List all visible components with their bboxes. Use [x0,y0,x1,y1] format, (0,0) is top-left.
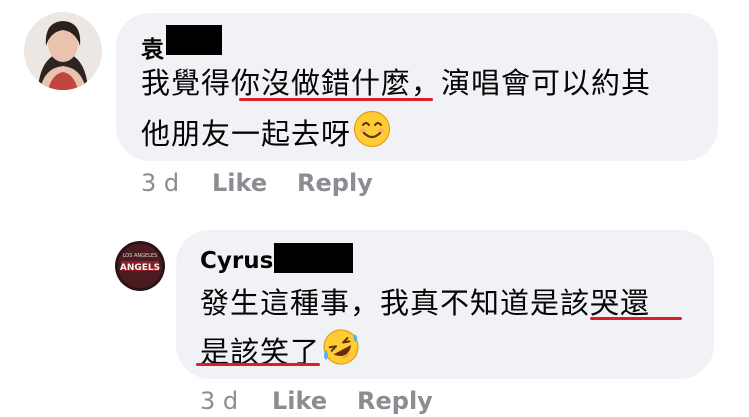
svg-text:LOS ANGELES: LOS ANGELES [123,253,158,259]
avatar[interactable]: ANGELS LOS ANGELES [115,241,165,291]
red-underline [196,363,320,366]
comment-author[interactable]: 袁 [141,30,164,64]
comment-text-line: 發生這種事，我真不知道是該哭還 [200,280,650,322]
like-button[interactable]: Like [212,169,267,197]
redaction-block [274,243,353,273]
avatar[interactable] [24,12,102,90]
highlighted-text: 該哭還 [560,286,651,320]
svg-text:ANGELS: ANGELS [120,263,160,273]
comment-timestamp[interactable]: 3 d [200,387,238,415]
comment-text-line: 我覺得你沒做錯什麼，演唱會可以約其 [141,60,651,102]
rofl-face-icon [323,329,359,365]
red-underline [239,98,433,101]
red-underline [590,317,682,320]
highlighted-text: 你沒做錯什麼 [231,66,412,100]
comment-text-line: 他朋友一起去呀 [141,110,391,153]
redaction-block [166,25,222,55]
user-photo [24,12,102,90]
team-logo-avatar: ANGELS LOS ANGELES [115,241,165,291]
like-button[interactable]: Like [272,387,327,415]
reply-button[interactable]: Reply [297,169,373,197]
reply-button[interactable]: Reply [357,387,433,415]
comment-text: ，演唱會可以約其 [411,66,652,100]
comment-text: 我覺得 [141,66,232,100]
comment-timestamp[interactable]: 3 d [141,169,179,197]
smiling-face-icon [353,110,391,148]
comment-author[interactable]: Cyrus [200,248,273,274]
comment-text: 他朋友一起去呀 [141,117,352,151]
comment-text: 發生這種事，我真不知道是 [200,286,561,320]
